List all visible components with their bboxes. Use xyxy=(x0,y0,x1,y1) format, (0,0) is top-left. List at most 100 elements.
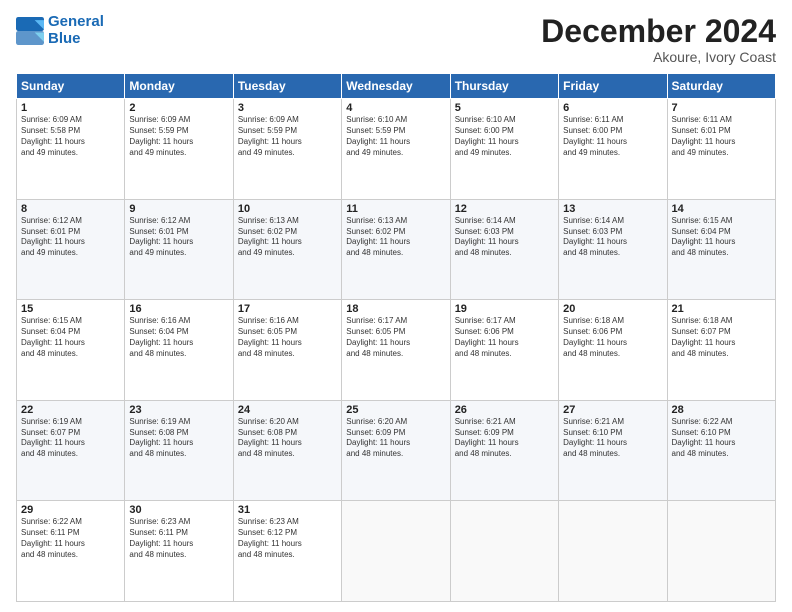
calendar-cell xyxy=(559,501,667,602)
header: General Blue December 2024 Akoure, Ivory… xyxy=(16,14,776,65)
day-number: 22 xyxy=(21,404,120,416)
day-number: 13 xyxy=(563,203,662,215)
logo-line2: Blue xyxy=(48,30,81,47)
month-title: December 2024 xyxy=(541,14,776,49)
calendar-cell: 22Sunrise: 6:19 AM Sunset: 6:07 PM Dayli… xyxy=(17,400,125,501)
calendar-cell: 7Sunrise: 6:11 AM Sunset: 6:01 PM Daylig… xyxy=(667,99,775,200)
day-number: 30 xyxy=(129,504,228,516)
day-number: 27 xyxy=(563,404,662,416)
cell-text: Sunrise: 6:14 AM Sunset: 6:03 PM Dayligh… xyxy=(563,216,662,259)
day-header-monday: Monday xyxy=(125,74,233,99)
cell-text: Sunrise: 6:21 AM Sunset: 6:09 PM Dayligh… xyxy=(455,417,554,460)
calendar-cell: 25Sunrise: 6:20 AM Sunset: 6:09 PM Dayli… xyxy=(342,400,450,501)
calendar-cell xyxy=(667,501,775,602)
calendar-cell: 30Sunrise: 6:23 AM Sunset: 6:11 PM Dayli… xyxy=(125,501,233,602)
calendar-cell: 31Sunrise: 6:23 AM Sunset: 6:12 PM Dayli… xyxy=(233,501,341,602)
day-number: 28 xyxy=(672,404,771,416)
calendar-week-row: 15Sunrise: 6:15 AM Sunset: 6:04 PM Dayli… xyxy=(17,300,776,401)
cell-text: Sunrise: 6:20 AM Sunset: 6:09 PM Dayligh… xyxy=(346,417,445,460)
cell-text: Sunrise: 6:09 AM Sunset: 5:59 PM Dayligh… xyxy=(238,115,337,158)
day-header-saturday: Saturday xyxy=(667,74,775,99)
day-number: 7 xyxy=(672,102,771,114)
cell-text: Sunrise: 6:18 AM Sunset: 6:07 PM Dayligh… xyxy=(672,316,771,359)
title-block: December 2024 Akoure, Ivory Coast xyxy=(541,14,776,65)
day-number: 29 xyxy=(21,504,120,516)
calendar-table: SundayMondayTuesdayWednesdayThursdayFrid… xyxy=(16,73,776,602)
cell-text: Sunrise: 6:19 AM Sunset: 6:08 PM Dayligh… xyxy=(129,417,228,460)
day-number: 17 xyxy=(238,303,337,315)
calendar-cell: 20Sunrise: 6:18 AM Sunset: 6:06 PM Dayli… xyxy=(559,300,667,401)
calendar-week-row: 1Sunrise: 6:09 AM Sunset: 5:58 PM Daylig… xyxy=(17,99,776,200)
calendar-cell: 14Sunrise: 6:15 AM Sunset: 6:04 PM Dayli… xyxy=(667,199,775,300)
cell-text: Sunrise: 6:15 AM Sunset: 6:04 PM Dayligh… xyxy=(21,316,120,359)
cell-text: Sunrise: 6:20 AM Sunset: 6:08 PM Dayligh… xyxy=(238,417,337,460)
cell-text: Sunrise: 6:09 AM Sunset: 5:59 PM Dayligh… xyxy=(129,115,228,158)
calendar-cell: 1Sunrise: 6:09 AM Sunset: 5:58 PM Daylig… xyxy=(17,99,125,200)
day-number: 10 xyxy=(238,203,337,215)
calendar-cell: 28Sunrise: 6:22 AM Sunset: 6:10 PM Dayli… xyxy=(667,400,775,501)
calendar-cell: 13Sunrise: 6:14 AM Sunset: 6:03 PM Dayli… xyxy=(559,199,667,300)
calendar-week-row: 29Sunrise: 6:22 AM Sunset: 6:11 PM Dayli… xyxy=(17,501,776,602)
logo-icon xyxy=(16,17,44,45)
calendar-cell: 3Sunrise: 6:09 AM Sunset: 5:59 PM Daylig… xyxy=(233,99,341,200)
calendar-cell: 6Sunrise: 6:11 AM Sunset: 6:00 PM Daylig… xyxy=(559,99,667,200)
calendar-cell: 29Sunrise: 6:22 AM Sunset: 6:11 PM Dayli… xyxy=(17,501,125,602)
day-number: 4 xyxy=(346,102,445,114)
cell-text: Sunrise: 6:17 AM Sunset: 6:05 PM Dayligh… xyxy=(346,316,445,359)
calendar-cell: 12Sunrise: 6:14 AM Sunset: 6:03 PM Dayli… xyxy=(450,199,558,300)
calendar-cell: 19Sunrise: 6:17 AM Sunset: 6:06 PM Dayli… xyxy=(450,300,558,401)
calendar-cell: 27Sunrise: 6:21 AM Sunset: 6:10 PM Dayli… xyxy=(559,400,667,501)
day-header-wednesday: Wednesday xyxy=(342,74,450,99)
calendar-week-row: 8Sunrise: 6:12 AM Sunset: 6:01 PM Daylig… xyxy=(17,199,776,300)
cell-text: Sunrise: 6:23 AM Sunset: 6:12 PM Dayligh… xyxy=(238,517,337,560)
day-number: 24 xyxy=(238,404,337,416)
cell-text: Sunrise: 6:21 AM Sunset: 6:10 PM Dayligh… xyxy=(563,417,662,460)
cell-text: Sunrise: 6:12 AM Sunset: 6:01 PM Dayligh… xyxy=(21,216,120,259)
page: General Blue December 2024 Akoure, Ivory… xyxy=(0,0,792,612)
calendar-cell: 24Sunrise: 6:20 AM Sunset: 6:08 PM Dayli… xyxy=(233,400,341,501)
calendar-cell: 10Sunrise: 6:13 AM Sunset: 6:02 PM Dayli… xyxy=(233,199,341,300)
logo: General Blue xyxy=(16,14,104,47)
calendar-cell: 16Sunrise: 6:16 AM Sunset: 6:04 PM Dayli… xyxy=(125,300,233,401)
calendar-cell: 17Sunrise: 6:16 AM Sunset: 6:05 PM Dayli… xyxy=(233,300,341,401)
day-number: 3 xyxy=(238,102,337,114)
day-number: 23 xyxy=(129,404,228,416)
cell-text: Sunrise: 6:23 AM Sunset: 6:11 PM Dayligh… xyxy=(129,517,228,560)
day-number: 5 xyxy=(455,102,554,114)
day-number: 16 xyxy=(129,303,228,315)
day-number: 20 xyxy=(563,303,662,315)
calendar-cell: 21Sunrise: 6:18 AM Sunset: 6:07 PM Dayli… xyxy=(667,300,775,401)
cell-text: Sunrise: 6:13 AM Sunset: 6:02 PM Dayligh… xyxy=(238,216,337,259)
logo-text: General Blue xyxy=(48,14,104,47)
day-number: 8 xyxy=(21,203,120,215)
calendar-cell: 26Sunrise: 6:21 AM Sunset: 6:09 PM Dayli… xyxy=(450,400,558,501)
cell-text: Sunrise: 6:18 AM Sunset: 6:06 PM Dayligh… xyxy=(563,316,662,359)
cell-text: Sunrise: 6:13 AM Sunset: 6:02 PM Dayligh… xyxy=(346,216,445,259)
calendar-cell: 2Sunrise: 6:09 AM Sunset: 5:59 PM Daylig… xyxy=(125,99,233,200)
cell-text: Sunrise: 6:11 AM Sunset: 6:01 PM Dayligh… xyxy=(672,115,771,158)
cell-text: Sunrise: 6:10 AM Sunset: 6:00 PM Dayligh… xyxy=(455,115,554,158)
cell-text: Sunrise: 6:12 AM Sunset: 6:01 PM Dayligh… xyxy=(129,216,228,259)
cell-text: Sunrise: 6:10 AM Sunset: 5:59 PM Dayligh… xyxy=(346,115,445,158)
day-number: 18 xyxy=(346,303,445,315)
day-number: 12 xyxy=(455,203,554,215)
day-number: 26 xyxy=(455,404,554,416)
cell-text: Sunrise: 6:17 AM Sunset: 6:06 PM Dayligh… xyxy=(455,316,554,359)
day-number: 25 xyxy=(346,404,445,416)
cell-text: Sunrise: 6:15 AM Sunset: 6:04 PM Dayligh… xyxy=(672,216,771,259)
calendar-cell: 11Sunrise: 6:13 AM Sunset: 6:02 PM Dayli… xyxy=(342,199,450,300)
calendar-cell: 23Sunrise: 6:19 AM Sunset: 6:08 PM Dayli… xyxy=(125,400,233,501)
day-number: 14 xyxy=(672,203,771,215)
calendar-cell xyxy=(450,501,558,602)
day-number: 11 xyxy=(346,203,445,215)
cell-text: Sunrise: 6:22 AM Sunset: 6:11 PM Dayligh… xyxy=(21,517,120,560)
day-number: 2 xyxy=(129,102,228,114)
calendar-cell: 15Sunrise: 6:15 AM Sunset: 6:04 PM Dayli… xyxy=(17,300,125,401)
location: Akoure, Ivory Coast xyxy=(541,49,776,65)
day-header-tuesday: Tuesday xyxy=(233,74,341,99)
cell-text: Sunrise: 6:22 AM Sunset: 6:10 PM Dayligh… xyxy=(672,417,771,460)
cell-text: Sunrise: 6:09 AM Sunset: 5:58 PM Dayligh… xyxy=(21,115,120,158)
day-number: 19 xyxy=(455,303,554,315)
calendar-cell: 18Sunrise: 6:17 AM Sunset: 6:05 PM Dayli… xyxy=(342,300,450,401)
cell-text: Sunrise: 6:19 AM Sunset: 6:07 PM Dayligh… xyxy=(21,417,120,460)
